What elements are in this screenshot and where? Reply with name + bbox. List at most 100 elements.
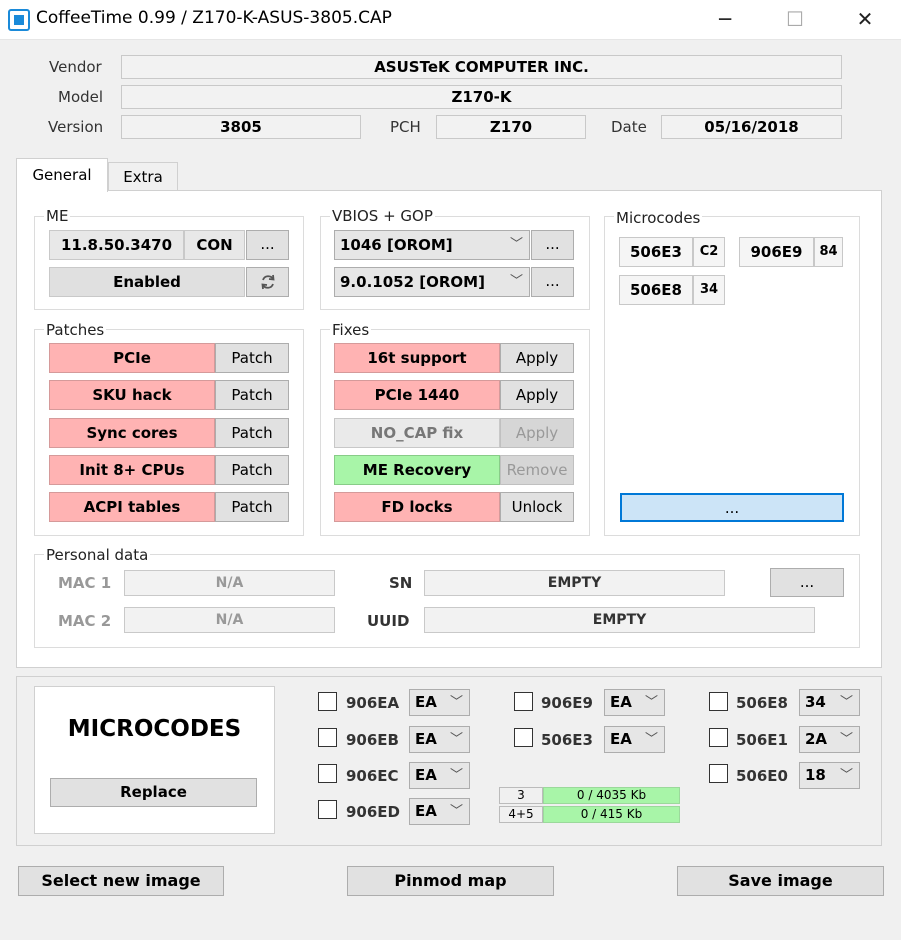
microcode-rev-value: EA	[415, 693, 437, 711]
microcode-rev-value: EA	[610, 730, 632, 748]
select-new-image-button[interactable]: Select new image	[18, 866, 224, 896]
version-field: 3805	[121, 115, 361, 139]
vbios-select[interactable]: 1046 [OROM] ﹀	[334, 230, 530, 260]
vbios-more-button[interactable]: ...	[531, 230, 574, 260]
microcode-rev-select[interactable]: EA ﹀	[409, 798, 470, 825]
microcode-cpuid-label: 506E1	[736, 731, 788, 749]
me-more-button[interactable]: ...	[246, 230, 289, 260]
chevron-down-icon: ﹀	[509, 274, 523, 289]
microcode-checkbox[interactable]	[318, 800, 337, 819]
patch-button[interactable]: Patch	[215, 455, 289, 485]
patch-button[interactable]: Patch	[215, 418, 289, 448]
microcode-checkbox[interactable]	[318, 728, 337, 747]
pinmod-map-button[interactable]: Pinmod map	[347, 866, 554, 896]
sn-label: SN	[389, 574, 413, 592]
patches-group-label: Patches	[44, 321, 107, 339]
chevron-down-icon: ﹀	[644, 695, 658, 710]
minimize-button[interactable]: ─	[702, 0, 748, 40]
chevron-down-icon: ﹀	[449, 768, 463, 783]
microcode-rev-select[interactable]: EA ﹀	[409, 689, 470, 716]
vendor-field: ASUSTeK COMPUTER INC.	[121, 55, 842, 79]
microcode-checkbox[interactable]	[709, 764, 728, 783]
patch-button[interactable]: Patch	[215, 380, 289, 410]
fix-button[interactable]: Unlock	[500, 492, 574, 522]
replace-button[interactable]: Replace	[50, 778, 257, 807]
chevron-down-icon: ﹀	[449, 804, 463, 819]
me-type-field: CON	[184, 230, 245, 260]
microcode-rev-select[interactable]: EA ﹀	[409, 726, 470, 753]
pch-label: PCH	[390, 118, 421, 136]
tab-extra-label: Extra	[123, 168, 163, 186]
microcode-cpuid-label: 506E3	[541, 731, 593, 749]
save-image-button[interactable]: Save image	[677, 866, 884, 896]
microcodes-title: MICROCODES	[67, 716, 242, 742]
microcode-checkbox[interactable]	[514, 692, 533, 711]
vbios-group-label: VBIOS + GOP	[330, 207, 435, 225]
patch-status: Init 8+ CPUs	[49, 455, 215, 485]
chevron-down-icon: ﹀	[449, 695, 463, 710]
microcodes-group-label: Microcodes	[614, 209, 703, 227]
microcodes-more-button[interactable]: ...	[620, 493, 844, 522]
microcode-rev-select[interactable]: EA ﹀	[604, 689, 665, 716]
region-slot: 3	[499, 787, 543, 804]
microcode-cpuid: 506E8	[619, 275, 693, 305]
vendor-label: Vendor	[49, 58, 102, 76]
mac1-label: MAC 1	[58, 574, 112, 592]
microcode-checkbox[interactable]	[709, 728, 728, 747]
me-refresh-button[interactable]	[246, 267, 289, 297]
region-usage: 0 / 4035 Kb	[543, 787, 680, 804]
personal-more-button[interactable]: ...	[770, 568, 844, 597]
patch-status: SKU hack	[49, 380, 215, 410]
microcode-checkbox[interactable]	[318, 764, 337, 783]
me-state-field: Enabled	[49, 267, 245, 297]
chevron-down-icon: ﹀	[644, 732, 658, 747]
mac2-field[interactable]: N/A	[124, 607, 335, 633]
fix-button[interactable]: Apply	[500, 418, 574, 448]
microcode-rev-value: EA	[610, 693, 632, 711]
chevron-down-icon: ﹀	[839, 695, 853, 710]
region-usage: 0 / 415 Kb	[543, 806, 680, 823]
mac1-field[interactable]: N/A	[124, 570, 335, 596]
model-field: Z170-K	[121, 85, 842, 109]
uuid-field[interactable]: EMPTY	[424, 607, 815, 633]
model-label: Model	[58, 88, 104, 106]
chevron-down-icon: ﹀	[839, 732, 853, 747]
microcode-rev-select[interactable]: 34 ﹀	[799, 689, 860, 716]
region-slot: 4+5	[499, 806, 543, 823]
microcode-checkbox[interactable]	[514, 728, 533, 747]
gop-more-button[interactable]: ...	[531, 267, 574, 297]
microcode-checkbox[interactable]	[709, 692, 728, 711]
personal-data-label: Personal data	[44, 546, 151, 564]
tab-extra[interactable]: Extra	[108, 162, 178, 190]
window-title: CoffeeTime 0.99 / Z170-K-ASUS-3805.CAP	[36, 8, 392, 28]
microcode-rev-value: 18	[805, 766, 826, 784]
patch-button[interactable]: Patch	[215, 492, 289, 522]
sn-field[interactable]: EMPTY	[424, 570, 725, 596]
microcode-rev-value: 34	[805, 693, 826, 711]
fix-button[interactable]: Remove	[500, 455, 574, 485]
microcode-rev-select[interactable]: 18 ﹀	[799, 762, 860, 789]
date-field: 05/16/2018	[661, 115, 842, 139]
tab-general[interactable]: General	[16, 158, 108, 192]
close-button[interactable]: ✕	[842, 0, 888, 40]
microcode-cpuid-label: 906EA	[346, 694, 400, 712]
chevron-down-icon: ﹀	[839, 768, 853, 783]
patch-status: ACPI tables	[49, 492, 215, 522]
fix-button[interactable]: Apply	[500, 380, 574, 410]
refresh-icon	[260, 274, 275, 290]
microcode-rev-select[interactable]: EA ﹀	[409, 762, 470, 789]
version-label: Version	[48, 118, 104, 136]
maximize-button[interactable]: ☐	[772, 0, 818, 40]
app-chip-icon	[8, 9, 30, 31]
fix-button[interactable]: Apply	[500, 343, 574, 373]
microcode-cpuid-label: 906E9	[541, 694, 593, 712]
microcode-checkbox[interactable]	[318, 692, 337, 711]
gop-select-value: 9.0.1052 [OROM]	[340, 273, 485, 291]
microcode-rev-select[interactable]: 2A ﹀	[799, 726, 860, 753]
patch-button[interactable]: Patch	[215, 343, 289, 373]
microcode-rev-select[interactable]: EA ﹀	[604, 726, 665, 753]
microcode-cpuid-label: 906EC	[346, 767, 399, 785]
microcode-entry: 506E3 C2	[619, 237, 725, 267]
chevron-down-icon: ﹀	[509, 237, 523, 252]
gop-select[interactable]: 9.0.1052 [OROM] ﹀	[334, 267, 530, 297]
